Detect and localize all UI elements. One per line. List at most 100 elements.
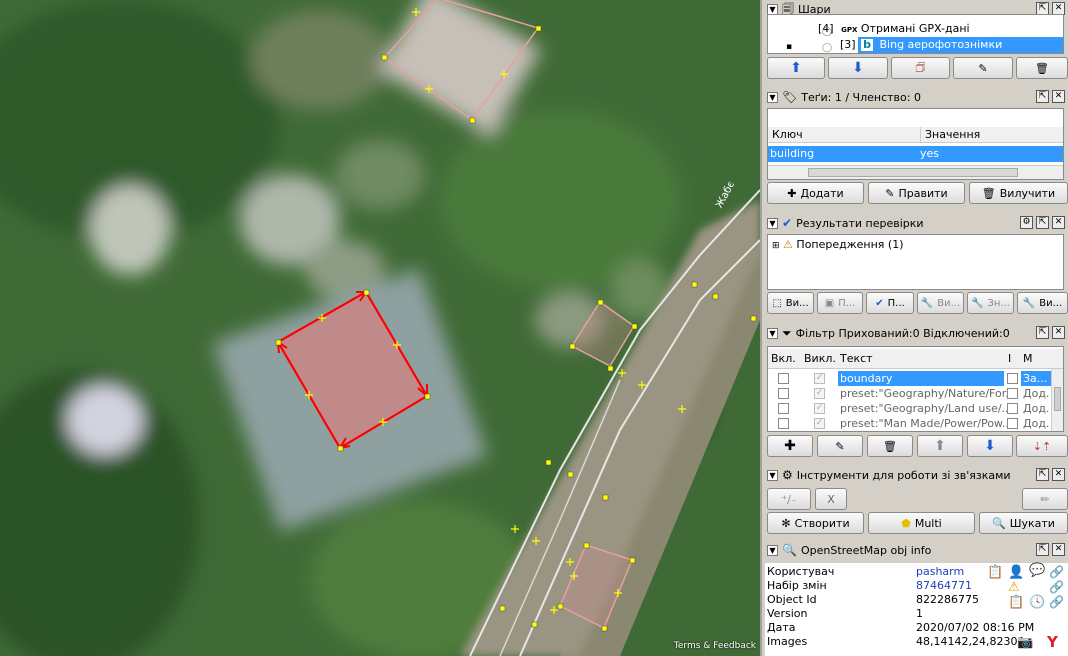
visibility-eye-icon[interactable]: ◯ [822, 27, 832, 37]
validation-fix-button[interactable]: ▣ П... [817, 292, 863, 314]
dock-validation-icon[interactable]: ⇱ [1036, 216, 1049, 229]
search-relation-button[interactable]: 🔍 Шукати [979, 512, 1068, 534]
dock-filter-icon[interactable]: ⇱ [1036, 326, 1049, 339]
close-filter-icon[interactable]: ✕ [1052, 326, 1065, 339]
close-tags-icon[interactable]: ✕ [1052, 90, 1065, 103]
osm-info-panel: ▼ 🔍 OpenStreetMap obj info ⇱ ✕ Користува… [765, 541, 1068, 656]
settings-validation-icon[interactable]: ⚙ [1020, 216, 1033, 229]
edit-relation-button[interactable]: ✏ [1022, 488, 1068, 510]
copy-icon[interactable]: 📋 [987, 565, 1003, 580]
warnings-node[interactable]: ⊞ ⚠ Попередження (1) [772, 237, 1063, 253]
disable-checkbox[interactable]: ✓ [814, 403, 825, 414]
close-relations-icon[interactable]: ✕ [1052, 468, 1065, 481]
link-icon[interactable]: 🔗 [1049, 595, 1064, 609]
horizontal-scrollbar[interactable] [768, 165, 1063, 179]
plus-icon: ✚ [784, 438, 796, 454]
add-filter-button[interactable]: ✚ [767, 435, 813, 457]
link-icon[interactable]: 🔗 [1049, 580, 1064, 594]
close-validation-icon[interactable]: ✕ [1052, 216, 1065, 229]
scrollbar-thumb[interactable] [1054, 387, 1061, 411]
activate-layer-button[interactable]: 🗇 [891, 57, 950, 79]
dock-osminfo-icon[interactable]: ⇱ [1036, 543, 1049, 556]
invert-checkbox[interactable] [1007, 373, 1018, 384]
osm-info-table: Користувач pasharm Набір змін 87464771 Obj… [765, 563, 1068, 656]
delete-layer-button[interactable]: 🗑 [1016, 57, 1068, 79]
collapse-osminfo-icon[interactable]: ▼ [767, 544, 778, 556]
tag-table-header: Ключ Значення [768, 127, 1063, 143]
invert-checkbox[interactable] [1007, 418, 1018, 429]
user-link[interactable]: pasharm [916, 565, 964, 579]
layers-panel: ▼ 🗐 Шари ⇱ ✕ [4] GPX Отримані GPX-дані [… [765, 0, 1068, 82]
validation-select-button[interactable]: 🔧 Ви... [1017, 292, 1068, 314]
invert-checkbox[interactable] [1007, 388, 1018, 399]
filter-row[interactable]: ✓ preset:"Man Made/Power/Pow... Дод. [768, 416, 1063, 431]
move-layer-down-button[interactable]: ⬇ [828, 57, 888, 79]
trash-icon: 🗑 [981, 186, 996, 200]
user-icon[interactable]: 👤 [1008, 565, 1024, 580]
sort-filter-button[interactable]: ⇣⇡ [1016, 435, 1068, 457]
enable-checkbox[interactable] [778, 373, 789, 384]
edit-tag-button[interactable]: ✎ Правити [868, 182, 965, 204]
fix-icon: ▣ [824, 297, 835, 309]
disable-checkbox[interactable]: ✓ [814, 373, 825, 384]
edit-filter-button[interactable]: ✎ [817, 435, 863, 457]
validation-unignore-button[interactable]: 🔧 Зн... [967, 292, 1014, 314]
close-osminfo-icon[interactable]: ✕ [1052, 543, 1065, 556]
validation-tree: ⊞ ⚠ Попередження (1) [767, 234, 1064, 290]
layer-row-bing[interactable]: [3] b Bing аерофотознімки [840, 37, 1063, 53]
clear-relation-button[interactable]: X [815, 488, 847, 510]
enable-checkbox[interactable] [778, 418, 789, 429]
move-layer-up-button[interactable]: ⬆ [767, 57, 825, 79]
multipolygon-button[interactable]: ⬟ Multi [868, 512, 975, 534]
collapse-layers-icon[interactable]: ▼ [767, 3, 778, 15]
layer-row-gpx[interactable]: [4] GPX Отримані GPX-дані [768, 21, 1063, 37]
collapse-relations-icon[interactable]: ▼ [767, 469, 778, 481]
disable-checkbox[interactable]: ✓ [814, 388, 825, 399]
wrench-icon: 🔧 [971, 297, 984, 309]
validation-ignore-button[interactable]: 🔧 Ви... [917, 292, 964, 314]
invert-checkbox[interactable] [1007, 403, 1018, 414]
disable-checkbox[interactable]: ✓ [814, 418, 825, 429]
dock-relations-icon[interactable]: ⇱ [1036, 468, 1049, 481]
filter-panel: ▼ ⏷ Фільтр Прихований:0 Відключений:0 ⇱ … [765, 324, 1068, 460]
validation-run-button[interactable]: ✔ П... [866, 292, 914, 314]
validation-zoom-button[interactable]: ⬚ Ви... [767, 292, 814, 314]
collapse-tags-icon[interactable]: ▼ [767, 91, 778, 103]
dock-tags-icon[interactable]: ⇱ [1036, 90, 1049, 103]
filter-row[interactable]: ✓ preset:"Geography/Nature/For... Дод. [768, 386, 1063, 401]
aerial-imagery [0, 0, 760, 656]
user-changes-icon[interactable]: ⚠ [1008, 580, 1020, 595]
tag-row[interactable]: building yes [768, 146, 1063, 162]
move-filter-up-button[interactable]: ⬆ [917, 435, 963, 457]
camera-icon[interactable]: 📷 [1017, 635, 1033, 650]
filter-table-header: Вкл. Викл. Текст I M [768, 349, 1063, 369]
filter-row[interactable]: ✓ boundary За... [768, 371, 1063, 386]
add-to-relation-button[interactable]: ⁺∕₋ [767, 488, 811, 510]
link-icon[interactable]: 🔗 [1049, 565, 1064, 579]
changeset-link[interactable]: 87464771 [916, 579, 972, 593]
enable-checkbox[interactable] [778, 403, 789, 414]
collapse-filter-icon[interactable]: ▼ [767, 327, 778, 339]
create-relation-button[interactable]: ✻ Створити [767, 512, 864, 534]
sidebar: ▼ 🗐 Шари ⇱ ✕ [4] GPX Отримані GPX-дані [… [760, 0, 1068, 656]
delete-filter-button[interactable]: 🗑 [867, 435, 913, 457]
relations-title: Інструменти для роботи зі зв'язками [796, 468, 1011, 482]
add-tag-button[interactable]: ✚ Додати [767, 182, 864, 204]
chat-icon[interactable]: 💬 [1029, 563, 1045, 578]
scrollbar-thumb[interactable] [808, 168, 1018, 177]
visibility-eye-icon[interactable]: ◯ [822, 43, 832, 53]
layer-visibility-button[interactable]: ✎ [953, 57, 1013, 79]
vertical-scrollbar[interactable] [1051, 369, 1063, 431]
move-filter-down-button[interactable]: ⬇ [967, 435, 1013, 457]
delete-tag-button[interactable]: 🗑 Вилучити [969, 182, 1068, 204]
copy-icon[interactable]: 📋 [1008, 595, 1024, 610]
arrow-down-icon: ⬇ [852, 60, 864, 76]
terms-feedback-link[interactable]: Terms & Feedback [674, 641, 756, 651]
filter-row[interactable]: ✓ preset:"Geography/Land use/... Дод. [768, 401, 1063, 416]
yandex-icon[interactable]: Y [1047, 633, 1058, 651]
enable-checkbox[interactable] [778, 388, 789, 399]
plus-minus-icon: ⁺∕₋ [781, 492, 797, 506]
map-view[interactable]: Жабє Terms & Feedback [0, 0, 760, 656]
collapse-validation-icon[interactable]: ▼ [767, 217, 778, 229]
history-icon[interactable]: 🕓 [1029, 595, 1045, 610]
